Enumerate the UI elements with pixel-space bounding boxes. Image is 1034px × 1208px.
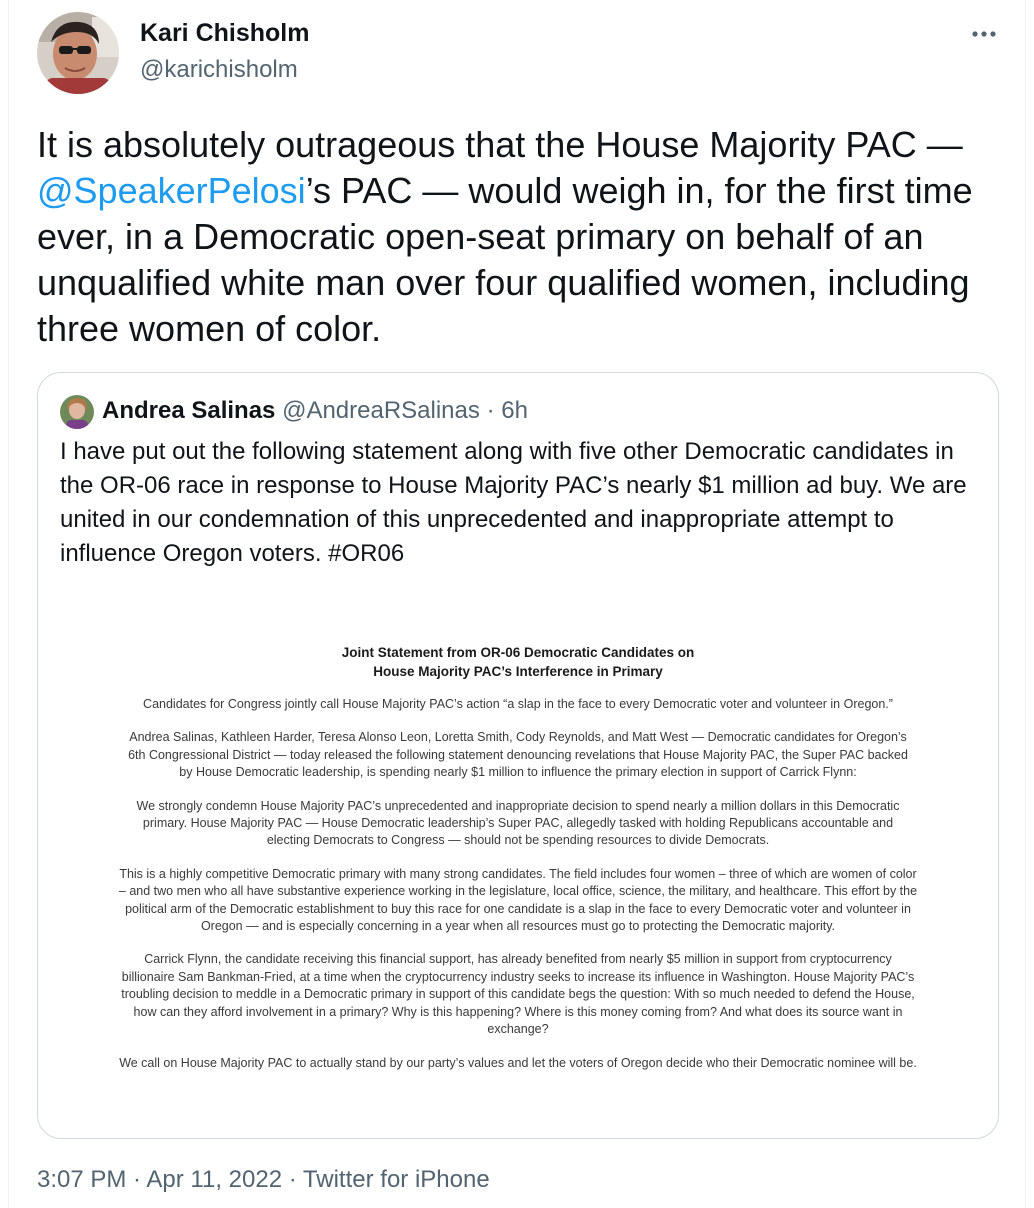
statement-paragraph: Candidates for Congress jointly call Hou… — [143, 697, 893, 711]
statement-paragraph: This is a highly competitive Democratic … — [118, 866, 918, 934]
more-dots-icon — [972, 31, 996, 37]
quoted-time[interactable]: 6h — [501, 397, 528, 424]
author-handle[interactable]: @karichisholm — [140, 56, 298, 84]
statement-title: Joint Statement from OR-06 Democratic Ca… — [39, 643, 997, 681]
quoted-header: Andrea Salinas @AndreaRSalinas · 6h — [102, 397, 528, 425]
statement-paragraph: Carrick Flynn, the candidate receiving t… — [121, 952, 915, 1037]
more-options-button[interactable] — [964, 20, 1004, 48]
quoted-author-avatar[interactable] — [60, 395, 94, 429]
statement-title-line1: Joint Statement from OR-06 Democratic Ca… — [341, 645, 695, 660]
tweet-timestamp[interactable]: 3:07 PM · Apr 11, 2022 · Twitter for iPh… — [37, 1166, 490, 1194]
quoted-tweet-text: I have put out the following statement a… — [60, 438, 967, 567]
quoted-tweet[interactable]: Andrea Salinas @AndreaRSalinas · 6h I ha… — [37, 372, 999, 1139]
statement-title-line2: House Majority PAC’s Interference in Pri… — [373, 664, 663, 679]
quoted-author-name[interactable]: Andrea Salinas — [102, 397, 275, 424]
author-name[interactable]: Kari Chisholm — [140, 19, 309, 48]
tweet-text-start: It is absolutely outrageous that the Hou… — [37, 124, 963, 165]
author-avatar[interactable] — [37, 12, 119, 94]
mention-link[interactable]: @SpeakerPelosi — [37, 170, 306, 211]
statement-image[interactable]: Joint Statement from OR-06 Democratic Ca… — [39, 613, 997, 1113]
meta-separator: · — [486, 397, 495, 424]
statement-paragraph: Andrea Salinas, Kathleen Harder, Teresa … — [128, 730, 908, 780]
quoted-author-handle[interactable]: @AndreaRSalinas — [282, 397, 480, 424]
tweet-text: It is absolutely outrageous that the Hou… — [37, 122, 1012, 352]
statement-paragraph: We strongly condemn House Majority PAC’s… — [136, 798, 900, 848]
statement-paragraph: We call on House Majority PAC to actuall… — [119, 1055, 917, 1070]
